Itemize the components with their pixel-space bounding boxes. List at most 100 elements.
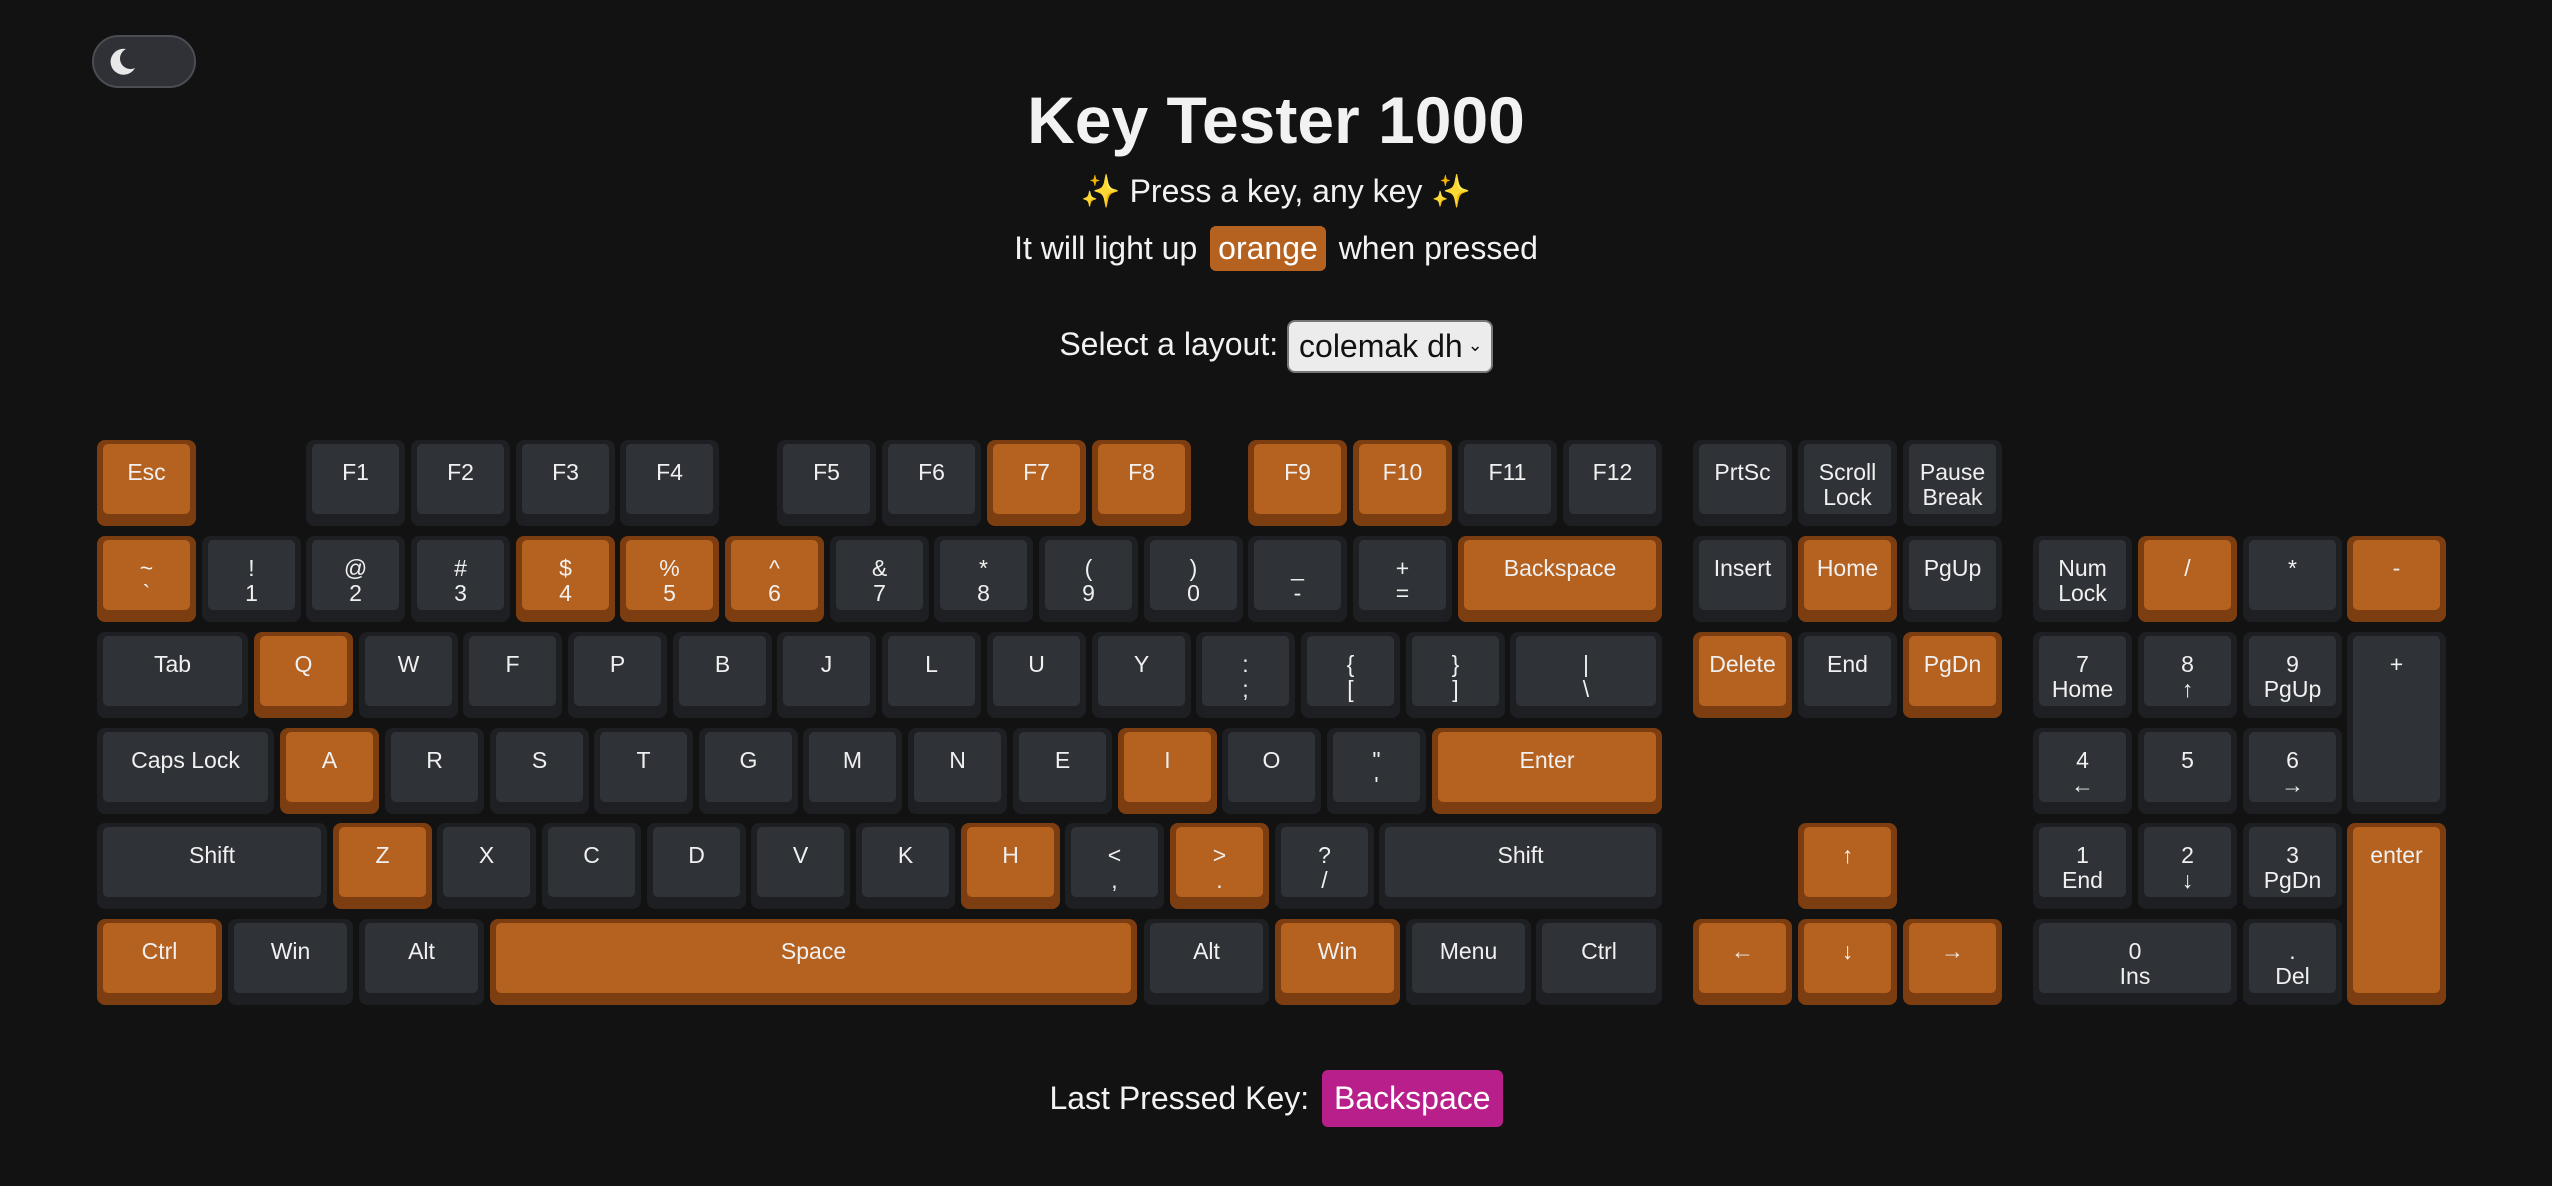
key-b[interactable]: B bbox=[673, 632, 772, 718]
key-r[interactable]: R bbox=[385, 728, 484, 814]
key-digit-1[interactable]: ! 1 bbox=[202, 536, 301, 622]
key-m[interactable]: M bbox=[803, 728, 902, 814]
key-o[interactable]: O bbox=[1222, 728, 1321, 814]
key-quote[interactable]: " ' bbox=[1327, 728, 1426, 814]
key-backspace[interactable]: Backspace bbox=[1458, 536, 1662, 622]
key-num-enter[interactable]: enter bbox=[2347, 823, 2446, 1005]
key-end[interactable]: End bbox=[1798, 632, 1897, 718]
key-num-0[interactable]: 0 Ins bbox=[2033, 919, 2237, 1005]
key-digit-3[interactable]: #3 bbox=[411, 536, 510, 622]
key-f7[interactable]: F7 bbox=[987, 440, 1086, 526]
key-arrow-down[interactable]: ↓ bbox=[1798, 919, 1897, 1005]
key-caps-lock[interactable]: Caps Lock bbox=[97, 728, 274, 814]
key-pgup[interactable]: PgUp bbox=[1903, 536, 2002, 622]
key-shift-right[interactable]: Shift bbox=[1379, 823, 1662, 909]
layout-select[interactable]: colemak dh ⌄ bbox=[1287, 320, 1493, 373]
key-backtick[interactable]: ~ ` bbox=[97, 536, 196, 622]
key-num-5[interactable]: 5 bbox=[2138, 728, 2237, 814]
key-digit-2[interactable]: @2 bbox=[306, 536, 405, 622]
key-slash[interactable]: ? / bbox=[1275, 823, 1374, 909]
key-num-4[interactable]: 4 ← bbox=[2033, 728, 2132, 814]
key-space[interactable]: Space bbox=[490, 919, 1137, 1005]
key-u[interactable]: U bbox=[987, 632, 1086, 718]
key-tab[interactable]: Tab bbox=[97, 632, 248, 718]
key-f2[interactable]: F2 bbox=[411, 440, 510, 526]
key-num-decimal[interactable]: . Del bbox=[2243, 919, 2342, 1005]
key-num-9[interactable]: 9 PgUp bbox=[2243, 632, 2342, 718]
theme-toggle[interactable] bbox=[92, 35, 196, 88]
key-f5[interactable]: F5 bbox=[777, 440, 876, 526]
key-j[interactable]: J bbox=[777, 632, 876, 718]
key-f4[interactable]: F4 bbox=[620, 440, 719, 526]
key-period[interactable]: >. bbox=[1170, 823, 1269, 909]
key-e[interactable]: E bbox=[1013, 728, 1112, 814]
key-arrow-left[interactable]: ← bbox=[1693, 919, 1792, 1005]
key-t[interactable]: T bbox=[594, 728, 693, 814]
key-num-minus[interactable]: - bbox=[2347, 536, 2446, 622]
key-digit-9[interactable]: (9 bbox=[1039, 536, 1138, 622]
key-n[interactable]: N bbox=[908, 728, 1007, 814]
key-alt-left[interactable]: Alt bbox=[359, 919, 484, 1005]
key-c[interactable]: C bbox=[542, 823, 641, 909]
key-comma[interactable]: <, bbox=[1065, 823, 1164, 909]
key-bracket-right[interactable]: }] bbox=[1406, 632, 1505, 718]
key-d[interactable]: D bbox=[647, 823, 746, 909]
key-f3[interactable]: F3 bbox=[516, 440, 615, 526]
key-minus[interactable]: _ - bbox=[1248, 536, 1347, 622]
key-enter[interactable]: Enter bbox=[1432, 728, 1662, 814]
key-num-7[interactable]: 7 Home bbox=[2033, 632, 2132, 718]
key-f10[interactable]: F10 bbox=[1353, 440, 1452, 526]
key-num-1[interactable]: 1 End bbox=[2033, 823, 2132, 909]
key-q[interactable]: Q bbox=[254, 632, 353, 718]
key-prtsc[interactable]: PrtSc bbox=[1693, 440, 1792, 526]
key-esc[interactable]: Esc bbox=[97, 440, 196, 526]
key-home[interactable]: Home bbox=[1798, 536, 1897, 622]
key-p[interactable]: P bbox=[568, 632, 667, 718]
key-menu[interactable]: Menu bbox=[1406, 919, 1531, 1005]
key-alt-right[interactable]: Alt bbox=[1144, 919, 1269, 1005]
key-l[interactable]: L bbox=[882, 632, 981, 718]
key-y[interactable]: Y bbox=[1092, 632, 1191, 718]
key-numlock[interactable]: Num Lock bbox=[2033, 536, 2132, 622]
key-pgdn[interactable]: PgDn bbox=[1903, 632, 2002, 718]
key-win-right[interactable]: Win bbox=[1275, 919, 1400, 1005]
key-arrow-up[interactable]: ↑ bbox=[1798, 823, 1897, 909]
key-a[interactable]: A bbox=[280, 728, 379, 814]
key-shift-left[interactable]: Shift bbox=[97, 823, 327, 909]
key-arrow-right[interactable]: → bbox=[1903, 919, 2002, 1005]
key-num-8[interactable]: 8 ↑ bbox=[2138, 632, 2237, 718]
key-digit-6[interactable]: ^ 6 bbox=[725, 536, 824, 622]
key-w[interactable]: W bbox=[359, 632, 458, 718]
key-f[interactable]: F bbox=[463, 632, 562, 718]
key-v[interactable]: V bbox=[751, 823, 850, 909]
key-f9[interactable]: F9 bbox=[1248, 440, 1347, 526]
key-num-divide[interactable]: / bbox=[2138, 536, 2237, 622]
key-f1[interactable]: F1 bbox=[306, 440, 405, 526]
key-ctrl-left[interactable]: Ctrl bbox=[97, 919, 222, 1005]
key-semicolon[interactable]: :; bbox=[1196, 632, 1295, 718]
key-f6[interactable]: F6 bbox=[882, 440, 981, 526]
key-scroll-lock[interactable]: Scroll Lock bbox=[1798, 440, 1897, 526]
key-x[interactable]: X bbox=[437, 823, 536, 909]
key-num-multiply[interactable]: * bbox=[2243, 536, 2342, 622]
key-win-left[interactable]: Win bbox=[228, 919, 353, 1005]
key-h[interactable]: H bbox=[961, 823, 1060, 909]
key-ctrl-right[interactable]: Ctrl bbox=[1536, 919, 1662, 1005]
key-num-2[interactable]: 2 ↓ bbox=[2138, 823, 2237, 909]
key-k[interactable]: K bbox=[856, 823, 955, 909]
key-digit-7[interactable]: & 7 bbox=[830, 536, 929, 622]
key-f8[interactable]: F8 bbox=[1092, 440, 1191, 526]
key-delete[interactable]: Delete bbox=[1693, 632, 1792, 718]
key-i[interactable]: I bbox=[1118, 728, 1217, 814]
key-g[interactable]: G bbox=[699, 728, 798, 814]
key-backslash[interactable]: | \ bbox=[1510, 632, 1662, 718]
key-bracket-left[interactable]: {[ bbox=[1301, 632, 1400, 718]
key-num-6[interactable]: 6 → bbox=[2243, 728, 2342, 814]
key-insert[interactable]: Insert bbox=[1693, 536, 1792, 622]
key-z[interactable]: Z bbox=[333, 823, 432, 909]
key-digit-5[interactable]: % 5 bbox=[620, 536, 719, 622]
key-num-3[interactable]: 3 PgDn bbox=[2243, 823, 2342, 909]
key-equal[interactable]: + = bbox=[1353, 536, 1452, 622]
key-num-plus[interactable]: + bbox=[2347, 632, 2446, 814]
key-digit-0[interactable]: ) 0 bbox=[1144, 536, 1243, 622]
